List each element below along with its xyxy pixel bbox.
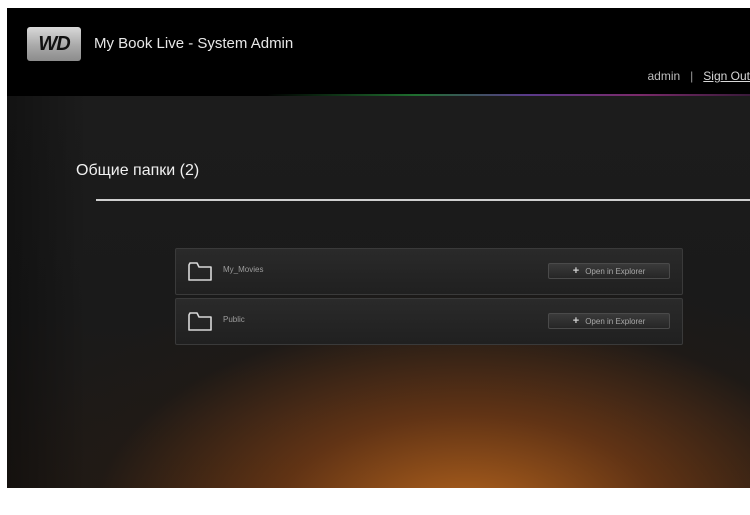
wd-logo[interactable]: WD	[27, 27, 81, 61]
open-in-explorer-button[interactable]: + Open in Explorer	[548, 263, 670, 279]
plus-icon: +	[572, 265, 580, 277]
share-name: My_Movies	[223, 265, 264, 274]
user-bar-separator: |	[690, 69, 694, 83]
user-bar: admin | Sign Out	[647, 69, 750, 83]
share-row-public[interactable]: Public + Open in Explorer	[175, 298, 683, 345]
share-row-my-movies[interactable]: My_Movies + Open in Explorer	[175, 248, 683, 295]
share-list: My_Movies + Open in Explorer Public + Op…	[175, 248, 683, 348]
title-divider	[96, 199, 750, 201]
page-title: Общие папки (2)	[76, 162, 200, 179]
logo-text: WD	[38, 32, 70, 55]
open-in-explorer-label: Open in Explorer	[585, 316, 646, 326]
main-content: Общие папки (2) My_Movies + Open in Expl…	[7, 96, 750, 488]
folder-icon	[188, 312, 212, 331]
header: WD My Book Live - System Admin admin | Sig…	[7, 8, 750, 96]
plus-icon: +	[572, 315, 580, 327]
app-title: My Book Live - System Admin	[94, 35, 294, 52]
folder-icon	[188, 262, 212, 281]
app-window: WD My Book Live - System Admin admin | Sig…	[7, 8, 750, 488]
open-in-explorer-label: Open in Explorer	[585, 266, 646, 276]
share-name: Public	[223, 315, 245, 324]
sign-out-link[interactable]: Sign Out	[703, 69, 750, 83]
open-in-explorer-button[interactable]: + Open in Explorer	[548, 313, 670, 329]
username: admin	[647, 69, 681, 83]
